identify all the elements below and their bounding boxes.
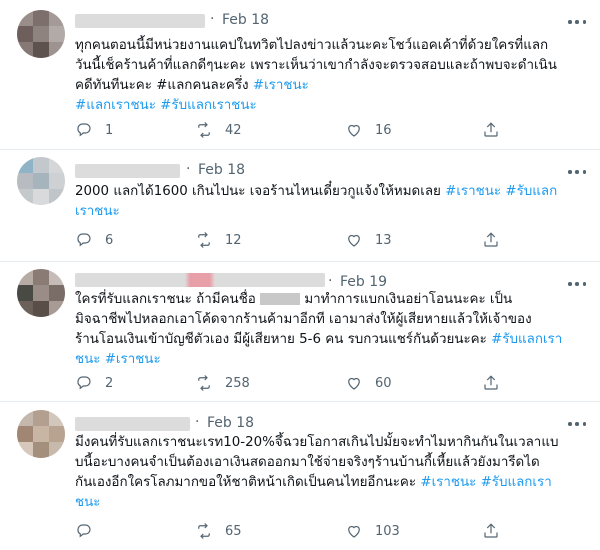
hashtag-link[interactable]: #เราชนะ: [105, 352, 161, 367]
tweet[interactable]: · Feb 18 2000 แลกได้1600 เกินไปนะ เจอร้า…: [0, 150, 600, 262]
tweet-date[interactable]: Feb 18: [198, 162, 245, 178]
reply-icon: [75, 121, 93, 139]
avatar[interactable]: [17, 410, 65, 458]
retweet-count: 42: [225, 122, 242, 138]
like-count: 103: [375, 523, 400, 539]
like-icon: [345, 121, 363, 139]
hashtag-link[interactable]: #รับแลกเราชนะ: [160, 98, 257, 113]
share-icon: [482, 522, 500, 540]
like-button[interactable]: 103: [345, 521, 400, 541]
share-button[interactable]: [482, 521, 500, 541]
reply-icon: [75, 374, 93, 392]
reply-icon: [75, 231, 93, 249]
tweet[interactable]: · Feb 19 ใครที่รับแลกเราชนะ ถ้ามีคนชื่อ …: [0, 262, 600, 402]
separator-dot: ·: [186, 161, 191, 177]
avatar[interactable]: [17, 157, 65, 205]
share-icon: [482, 121, 500, 139]
retweet-icon: [195, 121, 213, 139]
tweet-actions: 1 42 16: [75, 120, 505, 140]
tweet-date[interactable]: Feb 19: [340, 274, 387, 290]
tweet-actions: 2 258 60: [75, 373, 505, 393]
more-icon[interactable]: [568, 169, 586, 175]
retweet-button[interactable]: 258: [195, 373, 250, 393]
tweet-actions: 6 12 13: [75, 230, 505, 250]
separator-dot: ·: [195, 414, 200, 430]
retweet-button[interactable]: 65: [195, 521, 242, 541]
like-button[interactable]: 60: [345, 373, 392, 393]
reply-count: 2: [105, 375, 114, 391]
like-button[interactable]: 16: [345, 120, 392, 140]
retweet-icon: [195, 231, 213, 249]
tweet-text-segment: ทุกคนตอนนี้มีหน่วยงานแคปในทวิตไปลงข่าวแล…: [75, 38, 557, 93]
author-name-redacted[interactable]: [75, 417, 190, 431]
author-name-redacted[interactable]: [75, 164, 180, 178]
reply-count: 1: [105, 122, 114, 138]
reply-count: 6: [105, 232, 114, 248]
like-button[interactable]: 13: [345, 230, 392, 250]
like-icon: [345, 374, 363, 392]
like-count: 60: [375, 375, 392, 391]
separator-dot: ·: [210, 11, 215, 27]
retweet-icon: [195, 374, 213, 392]
tweet[interactable]: · Feb 18 ทุกคนตอนนี้มีหน่วยงานแคปในทวิตไ…: [0, 0, 600, 150]
like-count: 13: [375, 232, 392, 248]
tweet-text-segment: ใครที่รับแลกเราชนะ ถ้ามีคนชื่อ: [75, 292, 261, 307]
tweet-text-segment: 2000 แลกได้1600 เกินไปนะ เจอร้านไหนเดี๋ย…: [75, 184, 446, 199]
tweet-feed: · Feb 18 ทุกคนตอนนี้มีหน่วยงานแคปในทวิตไ…: [0, 0, 600, 550]
hashtag-link[interactable]: #เราชนะ: [253, 78, 309, 93]
tweet-date[interactable]: Feb 18: [207, 415, 254, 431]
share-button[interactable]: [482, 230, 500, 250]
more-icon[interactable]: [568, 421, 586, 427]
author-name-redacted[interactable]: [75, 273, 325, 287]
retweet-count: 65: [225, 523, 242, 539]
share-button[interactable]: [482, 373, 500, 393]
hashtag-link[interactable]: #เราชนะ: [445, 184, 501, 199]
tweet-text: 2000 แลกได้1600 เกินไปนะ เจอร้านไหนเดี๋ย…: [75, 182, 585, 222]
like-count: 16: [375, 122, 392, 138]
author-name-redacted[interactable]: [75, 14, 205, 28]
retweet-count: 12: [225, 232, 242, 248]
separator-dot: ·: [328, 273, 333, 289]
share-icon: [482, 374, 500, 392]
reply-icon: [75, 522, 93, 540]
tweet-text: ทุกคนตอนนี้มีหน่วยงานแคปในทวิตไปลงข่าวแล…: [75, 36, 585, 116]
retweet-count: 258: [225, 375, 250, 391]
tweet-text: มีงคนที่รับแลกเราชนะเรท10-20%จึ้ฉวยโอกาส…: [75, 433, 585, 513]
avatar[interactable]: [17, 269, 65, 317]
avatar[interactable]: [17, 10, 65, 58]
reply-button[interactable]: 2: [75, 373, 113, 393]
share-button[interactable]: [482, 120, 500, 140]
retweet-button[interactable]: 12: [195, 230, 242, 250]
more-icon[interactable]: [568, 281, 586, 287]
reply-button[interactable]: 6: [75, 230, 113, 250]
tweet-text: ใครที่รับแลกเราชนะ ถ้ามีคนชื่อ มาทำการแบ…: [75, 290, 585, 370]
hashtag-link[interactable]: #แลกเราชนะ: [75, 98, 156, 113]
retweet-button[interactable]: 42: [195, 120, 242, 140]
reply-button[interactable]: [75, 521, 93, 541]
hashtag-link[interactable]: #เราชนะ: [420, 475, 476, 490]
more-icon[interactable]: [568, 19, 586, 25]
tweet[interactable]: · Feb 18 มีงคนที่รับแลกเราชนะเรท10-20%จึ…: [0, 402, 600, 550]
share-icon: [482, 231, 500, 249]
tweet-date[interactable]: Feb 18: [222, 12, 269, 28]
redacted-name: [260, 293, 301, 305]
tweet-actions: 65 103: [75, 521, 505, 541]
like-icon: [345, 522, 363, 540]
reply-button[interactable]: 1: [75, 120, 113, 140]
retweet-icon: [195, 522, 213, 540]
like-icon: [345, 231, 363, 249]
